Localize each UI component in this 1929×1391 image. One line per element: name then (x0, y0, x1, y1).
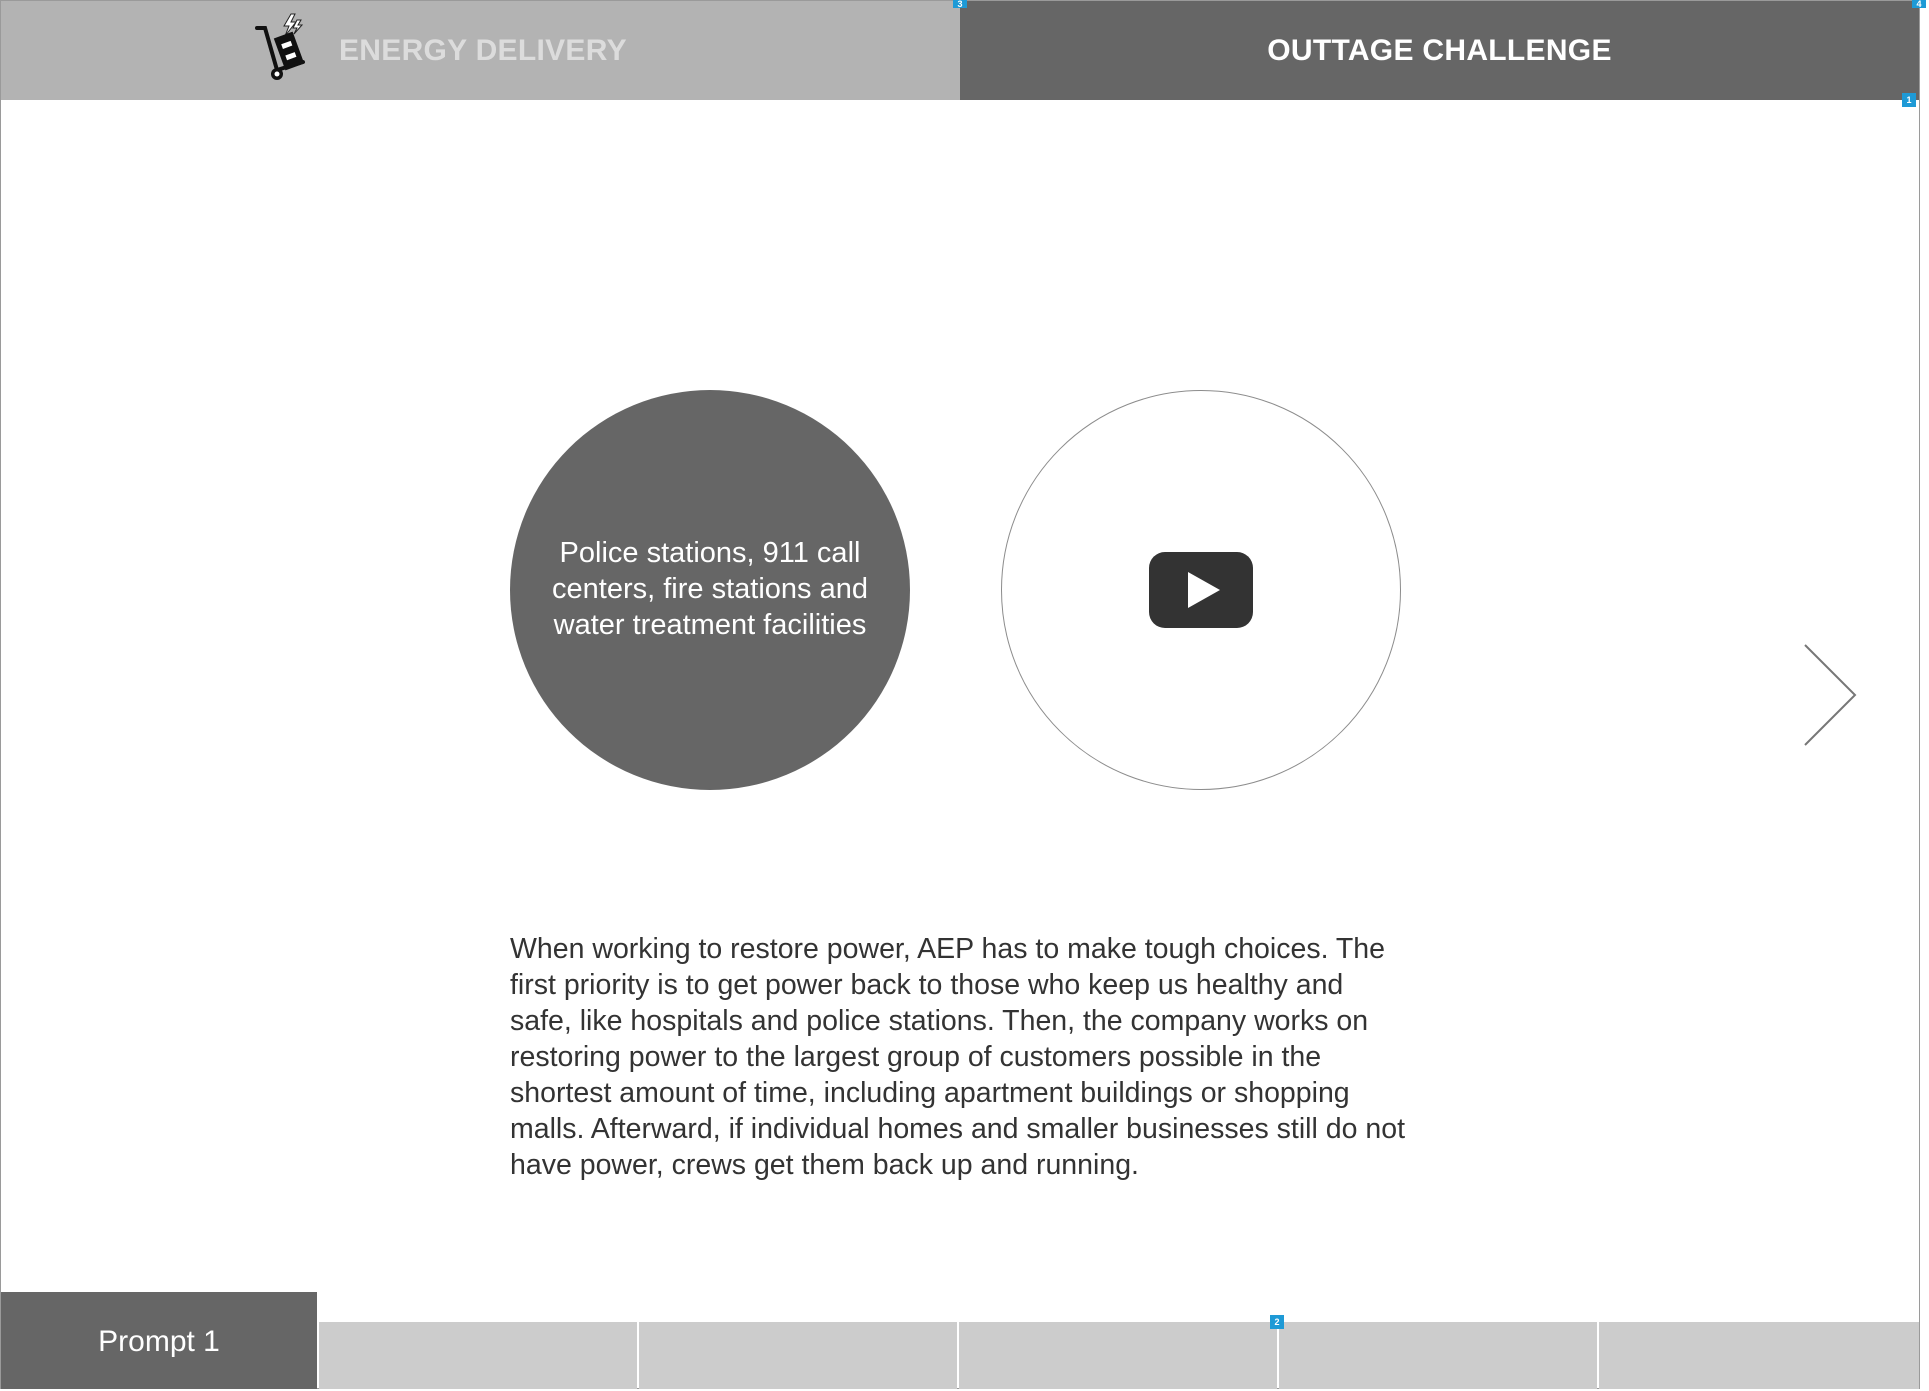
info-circle: Police stations, 911 call centers, fire … (510, 390, 910, 790)
hotspot-badge[interactable]: 3 (953, 0, 967, 9)
hand-truck-lightning-icon (255, 13, 305, 80)
play-icon (1188, 572, 1220, 608)
tab-outtage-challenge-label: OUTTAGE CHALLENGE (1267, 34, 1612, 67)
tab-energy-delivery[interactable]: ENERGY DELIVERY (1, 1, 960, 100)
tab-prompt-1[interactable]: Prompt 1 (1, 1292, 317, 1389)
nav-tab[interactable] (319, 1322, 637, 1389)
hotspot-badge[interactable]: 1 (1902, 93, 1916, 107)
info-circle-text: Police stations, 911 call centers, fire … (552, 537, 868, 641)
nav-tab[interactable] (1279, 1322, 1597, 1389)
tab-prompt-1-label: Prompt 1 (98, 1325, 220, 1358)
tab-outtage-challenge[interactable]: OUTTAGE CHALLENGE (960, 1, 1919, 100)
video-circle[interactable] (1001, 390, 1401, 790)
nav-tab[interactable] (1599, 1322, 1919, 1389)
description-text: When working to restore power, AEP has t… (510, 933, 1405, 1181)
play-button[interactable] (1149, 552, 1253, 628)
hotspot-badge[interactable]: 2 (1270, 1315, 1284, 1329)
nav-tab[interactable] (959, 1322, 1277, 1389)
tab-energy-delivery-label: ENERGY DELIVERY (339, 34, 627, 67)
chevron-right-icon[interactable] (1800, 640, 1860, 750)
nav-tab[interactable] (639, 1322, 957, 1389)
hotspot-badge[interactable]: 4 (1912, 0, 1926, 9)
